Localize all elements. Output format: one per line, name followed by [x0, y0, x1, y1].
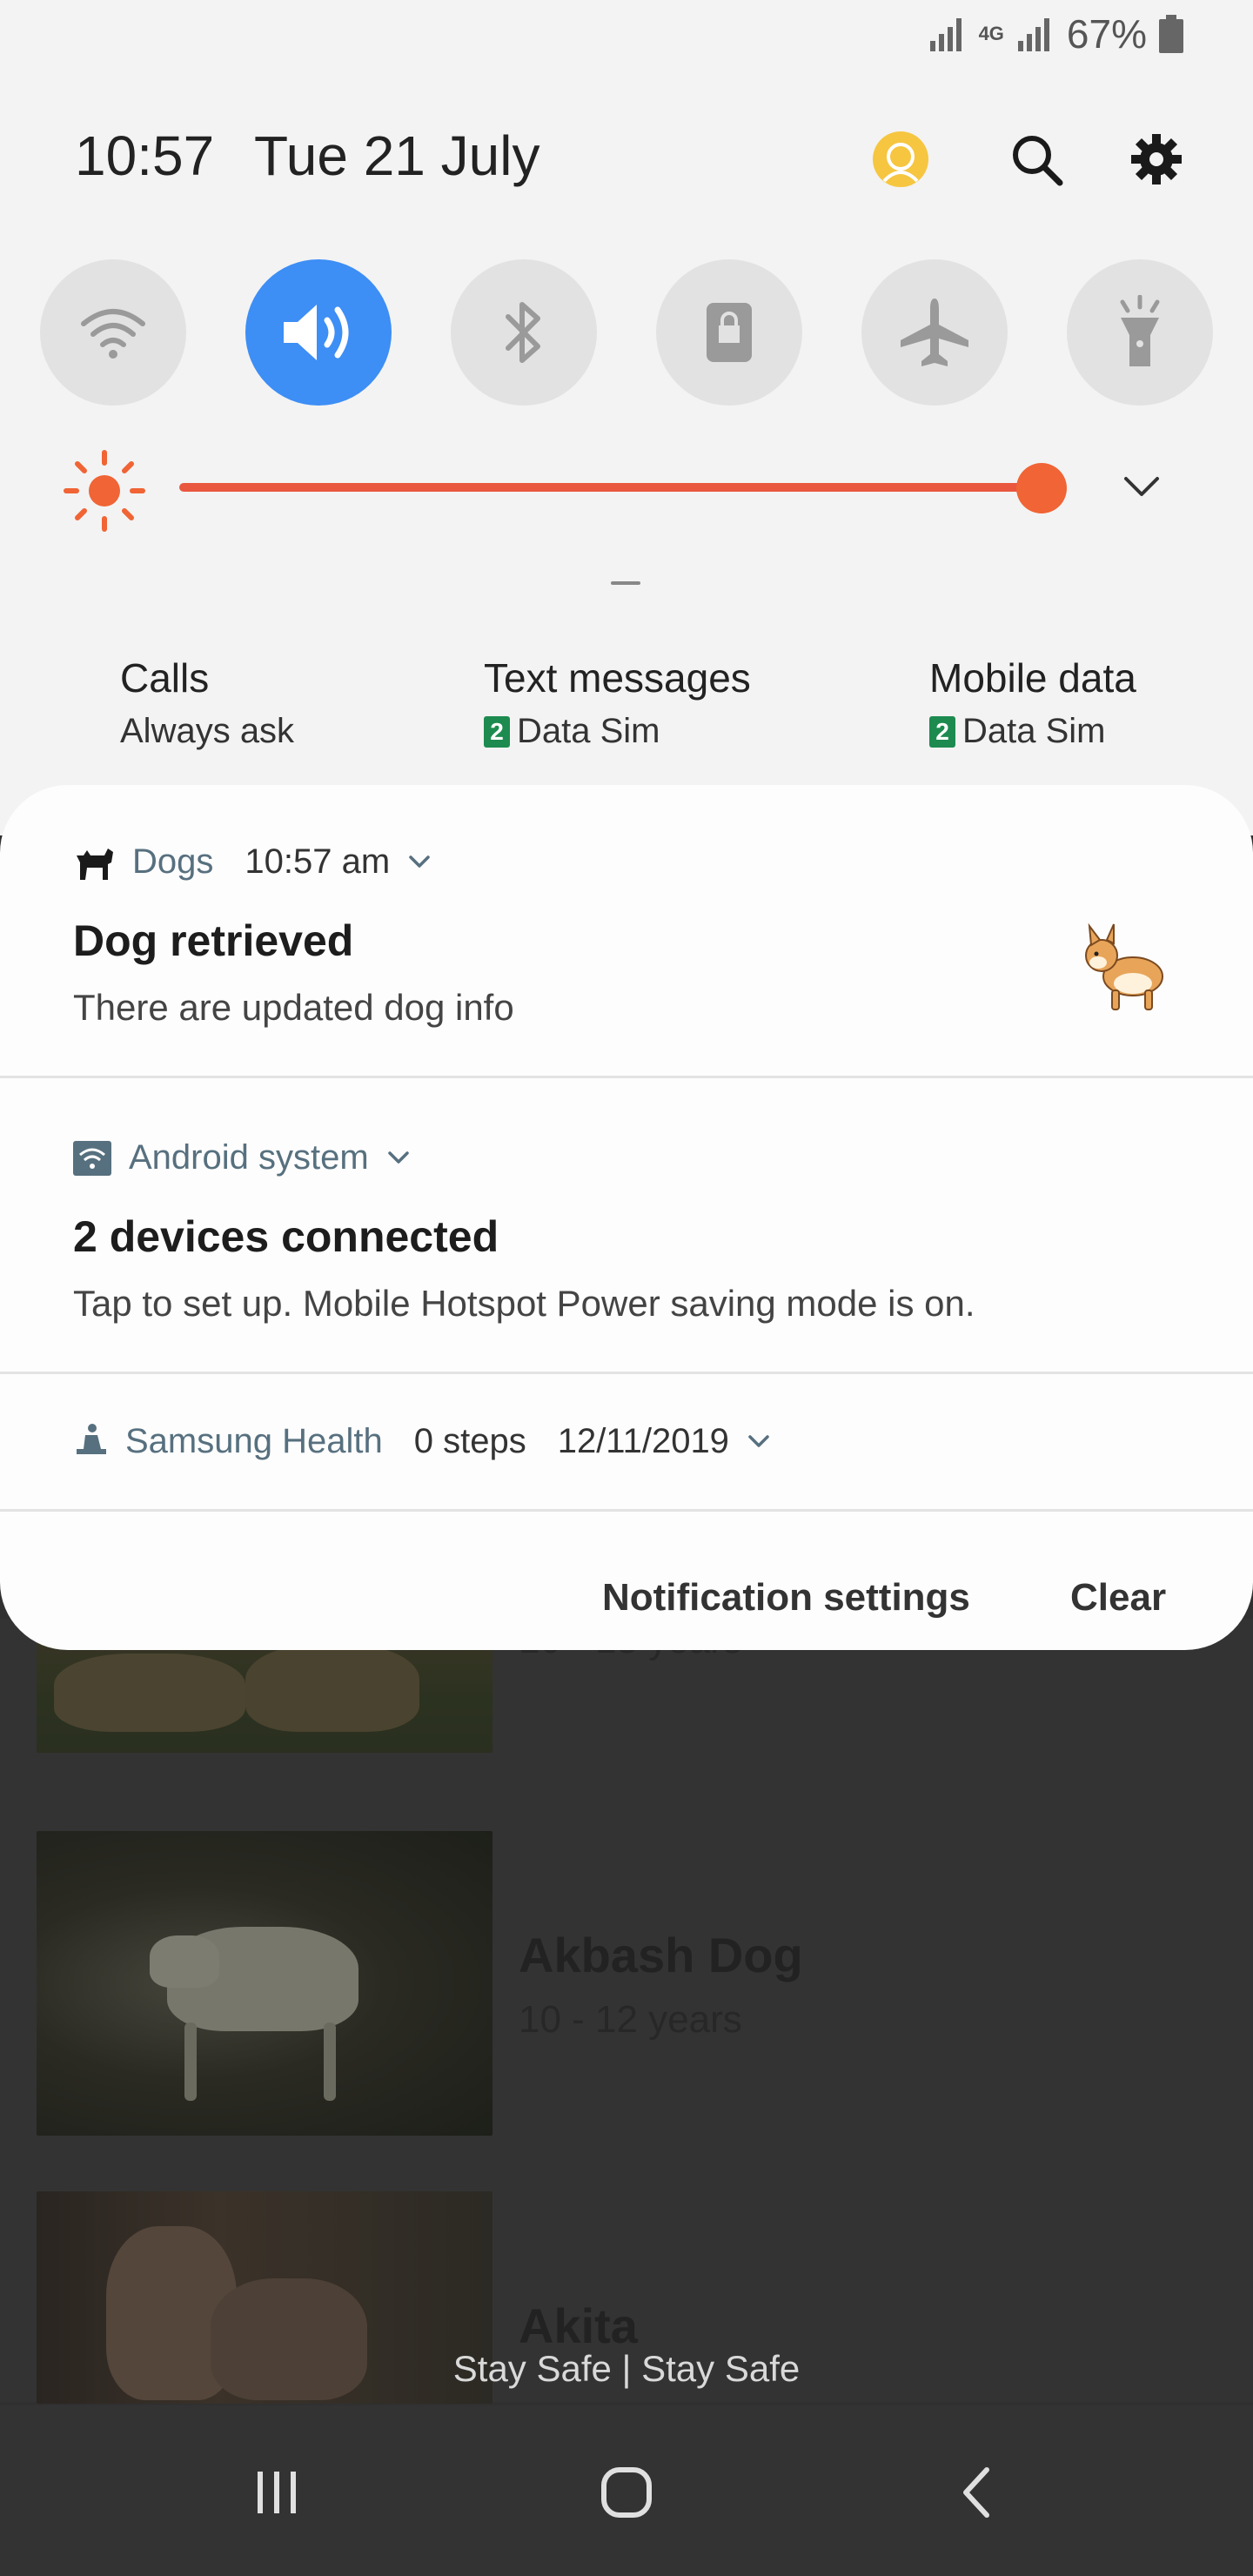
- sim-text-value: Data Sim: [517, 712, 660, 750]
- recents-icon: [258, 2472, 296, 2513]
- notification-time: 10:57 am: [245, 842, 391, 881]
- notification-card: Dogs 10:57 am Dog retrieved There are up…: [0, 785, 1253, 1650]
- brightness-icon: [64, 450, 145, 532]
- dog-breed-name: Akita: [519, 2298, 638, 2353]
- notification-settings-button[interactable]: Notification settings: [602, 1554, 970, 1641]
- sim-data-title: Mobile data: [929, 655, 1136, 701]
- clear-button[interactable]: Clear: [1070, 1554, 1166, 1641]
- account-icon: [873, 131, 928, 187]
- wifi-toggle[interactable]: [40, 259, 186, 406]
- lock-icon: [707, 303, 752, 362]
- chevron-down-icon[interactable]: [1122, 473, 1161, 500]
- brightness-slider-thumb[interactable]: [1016, 463, 1067, 513]
- search-button[interactable]: [1006, 129, 1067, 190]
- battery-percent: 67%: [1066, 11, 1147, 57]
- battery-icon: [1159, 15, 1183, 53]
- dog-breed-name: Akbash Dog: [519, 1928, 803, 1982]
- quick-panel: 4G 67% 10:57 Tue 21 July Calls Always as…: [0, 0, 1253, 835]
- dog-life-span: 10 - 12 years: [519, 1998, 742, 2041]
- notification-android-system[interactable]: Android system 2 devices connected Tap t…: [0, 1079, 1253, 1372]
- back-icon: [963, 2467, 989, 2518]
- airplane-icon: [901, 299, 968, 366]
- clock[interactable]: 10:57: [75, 124, 214, 188]
- sim-data-value: Data Sim: [962, 712, 1106, 750]
- bluetooth-toggle[interactable]: [451, 259, 597, 406]
- stay-safe-banner: Stay Safe | Stay Safe: [452, 2348, 801, 2389]
- volume-icon: [284, 305, 349, 360]
- notification-body: Tap to set up. Mobile Hotspot Power savi…: [73, 1283, 975, 1324]
- health-date: 12/11/2019: [557, 1422, 729, 1460]
- hotspot-icon: [73, 1140, 111, 1176]
- dog-icon: [77, 848, 113, 880]
- sim-calls-value: Always ask: [120, 712, 295, 750]
- signal-icon: [1017, 18, 1049, 51]
- date[interactable]: Tue 21 July: [254, 124, 539, 188]
- sim-badge: 2: [484, 715, 510, 748]
- chevron-down-icon[interactable]: [386, 1150, 411, 1167]
- sim-badge: 2: [929, 715, 955, 748]
- dog-image[interactable]: [37, 1831, 492, 2136]
- signal-icon: [929, 18, 962, 51]
- notification-app-name: Samsung Health: [125, 1422, 383, 1460]
- corgi-thumbnail: [1085, 922, 1163, 1010]
- account-button[interactable]: [870, 129, 931, 190]
- notification-body: There are updated dog info: [73, 987, 514, 1028]
- search-icon: [1013, 136, 1063, 186]
- chevron-down-icon[interactable]: [747, 1433, 771, 1451]
- sim-mobile-data[interactable]: Mobile data 2 Data Sim: [929, 654, 1136, 751]
- back-button[interactable]: [924, 2458, 1029, 2527]
- notification-dogs[interactable]: Dogs 10:57 am Dog retrieved There are up…: [0, 785, 1253, 1077]
- notification-title: Dog retrieved: [73, 916, 354, 965]
- network-type-label: 4G: [978, 23, 1004, 44]
- sim-text-messages[interactable]: Text messages 2 Data Sim: [484, 654, 751, 751]
- gear-icon: [1131, 134, 1182, 184]
- divider: [0, 1509, 1253, 1512]
- home-icon: [601, 2467, 652, 2518]
- divider: [0, 1372, 1253, 1374]
- panel-drag-handle[interactable]: [611, 581, 640, 585]
- notification-title: 2 devices connected: [73, 1212, 499, 1261]
- recents-button[interactable]: [224, 2458, 329, 2527]
- sim-calls-title: Calls: [120, 655, 210, 701]
- health-icon: [77, 1423, 106, 1454]
- chevron-down-icon[interactable]: [407, 854, 432, 871]
- status-bar: 4G 67%: [928, 10, 1183, 57]
- flashlight-toggle[interactable]: [1067, 259, 1213, 406]
- flashlight-icon: [1120, 295, 1160, 366]
- sound-toggle[interactable]: [245, 259, 392, 406]
- notification-app-name: Dogs: [132, 842, 214, 881]
- bluetooth-icon: [506, 302, 540, 363]
- brightness-slider-track[interactable]: [179, 483, 1042, 492]
- step-count: 0 steps: [413, 1422, 526, 1460]
- notification-samsung-health[interactable]: Samsung Health 0 steps 12/11/2019: [0, 1375, 1253, 1509]
- wifi-icon: [81, 309, 145, 359]
- notification-app-name: Android system: [129, 1138, 369, 1177]
- airplane-mode-toggle[interactable]: [861, 259, 1008, 406]
- settings-button[interactable]: [1126, 129, 1187, 190]
- home-button[interactable]: [574, 2458, 679, 2527]
- navigation-bar: [0, 2405, 1253, 2576]
- sim-text-title: Text messages: [484, 655, 751, 701]
- screen-lock-toggle[interactable]: [656, 259, 802, 406]
- sim-calls[interactable]: Calls Always ask: [120, 654, 294, 751]
- divider: [0, 1076, 1253, 1078]
